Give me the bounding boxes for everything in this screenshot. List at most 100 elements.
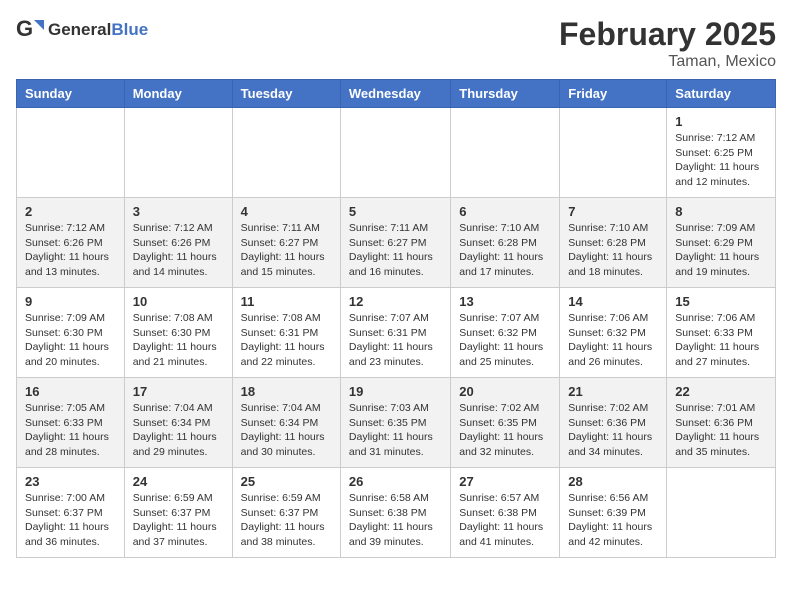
calendar-cell: 12 Sunrise: 7:07 AM Sunset: 6:31 PM Dayli…	[340, 288, 450, 378]
day-number: 13	[459, 294, 551, 309]
calendar-cell	[17, 108, 125, 198]
day-info: Sunrise: 6:58 AM Sunset: 6:38 PM Dayligh…	[349, 491, 442, 550]
calendar-cell: 2Sunrise: 7:12 AM Sunset: 6:26 PM Daylig…	[17, 198, 125, 288]
day-number: 17	[133, 384, 224, 399]
logo: G GeneralBlue	[16, 16, 148, 44]
day-number: 5	[349, 204, 442, 219]
day-info: Sunrise: 7:12 AM Sunset: 6:25 PM Dayligh…	[675, 131, 767, 190]
calendar-cell: 6 Sunrise: 7:10 AM Sunset: 6:28 PM Daylig…	[451, 198, 560, 288]
calendar-week-row: 1 Sunrise: 7:12 AM Sunset: 6:25 PM Daylig…	[17, 108, 776, 198]
day-info: Sunrise: 7:02 AM Sunset: 6:35 PM Dayligh…	[459, 401, 551, 460]
day-number: 26	[349, 474, 442, 489]
day-info: Sunrise: 7:10 AM Sunset: 6:28 PM Dayligh…	[459, 221, 551, 280]
day-info: Sunrise: 6:59 AM Sunset: 6:37 PM Dayligh…	[133, 491, 224, 550]
calendar-week-row: 2Sunrise: 7:12 AM Sunset: 6:26 PM Daylig…	[17, 198, 776, 288]
calendar-cell	[560, 108, 667, 198]
calendar-cell	[232, 108, 340, 198]
calendar-cell: 14 Sunrise: 7:06 AM Sunset: 6:32 PM Dayli…	[560, 288, 667, 378]
calendar-cell: 19 Sunrise: 7:03 AM Sunset: 6:35 PM Dayli…	[340, 378, 450, 468]
day-number: 15	[675, 294, 767, 309]
calendar-cell	[451, 108, 560, 198]
day-number: 18	[241, 384, 332, 399]
day-number: 23	[25, 474, 116, 489]
month-title: February 2025	[559, 16, 776, 53]
day-info: Sunrise: 7:03 AM Sunset: 6:35 PM Dayligh…	[349, 401, 442, 460]
day-header-tuesday: Tuesday	[232, 80, 340, 108]
calendar-cell: 9 Sunrise: 7:09 AM Sunset: 6:30 PM Daylig…	[17, 288, 125, 378]
calendar-cell: 26 Sunrise: 6:58 AM Sunset: 6:38 PM Dayli…	[340, 468, 450, 558]
day-info: Sunrise: 6:57 AM Sunset: 6:38 PM Dayligh…	[459, 491, 551, 550]
logo-general-text: GeneralBlue	[48, 20, 148, 40]
day-info: Sunrise: 7:09 AM Sunset: 6:29 PM Dayligh…	[675, 221, 767, 280]
calendar-header-row: SundayMondayTuesdayWednesdayThursdayFrid…	[17, 80, 776, 108]
day-number: 12	[349, 294, 442, 309]
day-number: 6	[459, 204, 551, 219]
calendar-cell: 4 Sunrise: 7:11 AM Sunset: 6:27 PM Daylig…	[232, 198, 340, 288]
calendar-cell	[124, 108, 232, 198]
calendar-cell	[667, 468, 776, 558]
calendar-week-row: 16Sunrise: 7:05 AM Sunset: 6:33 PM Dayli…	[17, 378, 776, 468]
day-info: Sunrise: 7:09 AM Sunset: 6:30 PM Dayligh…	[25, 311, 116, 370]
calendar-cell: 1 Sunrise: 7:12 AM Sunset: 6:25 PM Daylig…	[667, 108, 776, 198]
day-info: Sunrise: 7:07 AM Sunset: 6:32 PM Dayligh…	[459, 311, 551, 370]
day-info: Sunrise: 7:02 AM Sunset: 6:36 PM Dayligh…	[568, 401, 658, 460]
calendar-cell: 27 Sunrise: 6:57 AM Sunset: 6:38 PM Dayli…	[451, 468, 560, 558]
day-number: 9	[25, 294, 116, 309]
day-info: Sunrise: 7:01 AM Sunset: 6:36 PM Dayligh…	[675, 401, 767, 460]
calendar-cell: 3 Sunrise: 7:12 AM Sunset: 6:26 PM Daylig…	[124, 198, 232, 288]
day-number: 27	[459, 474, 551, 489]
day-info: Sunrise: 7:11 AM Sunset: 6:27 PM Dayligh…	[241, 221, 332, 280]
day-number: 19	[349, 384, 442, 399]
day-number: 10	[133, 294, 224, 309]
day-number: 1	[675, 114, 767, 129]
day-header-monday: Monday	[124, 80, 232, 108]
calendar-cell: 23Sunrise: 7:00 AM Sunset: 6:37 PM Dayli…	[17, 468, 125, 558]
day-number: 7	[568, 204, 658, 219]
day-number: 25	[241, 474, 332, 489]
day-info: Sunrise: 7:08 AM Sunset: 6:31 PM Dayligh…	[241, 311, 332, 370]
day-number: 16	[25, 384, 116, 399]
day-info: Sunrise: 7:11 AM Sunset: 6:27 PM Dayligh…	[349, 221, 442, 280]
day-number: 24	[133, 474, 224, 489]
day-header-thursday: Thursday	[451, 80, 560, 108]
calendar-table: SundayMondayTuesdayWednesdayThursdayFrid…	[16, 79, 776, 558]
day-header-wednesday: Wednesday	[340, 80, 450, 108]
day-number: 21	[568, 384, 658, 399]
day-info: Sunrise: 7:06 AM Sunset: 6:32 PM Dayligh…	[568, 311, 658, 370]
day-number: 22	[675, 384, 767, 399]
day-number: 11	[241, 294, 332, 309]
day-info: Sunrise: 7:07 AM Sunset: 6:31 PM Dayligh…	[349, 311, 442, 370]
calendar-cell: 7 Sunrise: 7:10 AM Sunset: 6:28 PM Daylig…	[560, 198, 667, 288]
day-info: Sunrise: 7:10 AM Sunset: 6:28 PM Dayligh…	[568, 221, 658, 280]
location-title: Taman, Mexico	[559, 53, 776, 71]
calendar-cell: 28Sunrise: 6:56 AM Sunset: 6:39 PM Dayli…	[560, 468, 667, 558]
calendar-week-row: 9 Sunrise: 7:09 AM Sunset: 6:30 PM Daylig…	[17, 288, 776, 378]
day-info: Sunrise: 7:08 AM Sunset: 6:30 PM Dayligh…	[133, 311, 224, 370]
calendar-cell	[340, 108, 450, 198]
day-number: 3	[133, 204, 224, 219]
day-info: Sunrise: 7:04 AM Sunset: 6:34 PM Dayligh…	[241, 401, 332, 460]
calendar-cell: 5 Sunrise: 7:11 AM Sunset: 6:27 PM Daylig…	[340, 198, 450, 288]
svg-text:G: G	[16, 16, 33, 41]
day-number: 20	[459, 384, 551, 399]
day-info: Sunrise: 7:12 AM Sunset: 6:26 PM Dayligh…	[25, 221, 116, 280]
calendar-cell: 15Sunrise: 7:06 AM Sunset: 6:33 PM Dayli…	[667, 288, 776, 378]
day-header-friday: Friday	[560, 80, 667, 108]
calendar-cell: 10 Sunrise: 7:08 AM Sunset: 6:30 PM Dayli…	[124, 288, 232, 378]
day-info: Sunrise: 7:12 AM Sunset: 6:26 PM Dayligh…	[133, 221, 224, 280]
day-number: 4	[241, 204, 332, 219]
day-number: 14	[568, 294, 658, 309]
calendar-cell: 16Sunrise: 7:05 AM Sunset: 6:33 PM Dayli…	[17, 378, 125, 468]
calendar-cell: 20 Sunrise: 7:02 AM Sunset: 6:35 PM Dayli…	[451, 378, 560, 468]
day-number: 28	[568, 474, 658, 489]
day-number: 8	[675, 204, 767, 219]
calendar-cell: 11 Sunrise: 7:08 AM Sunset: 6:31 PM Dayli…	[232, 288, 340, 378]
calendar-week-row: 23Sunrise: 7:00 AM Sunset: 6:37 PM Dayli…	[17, 468, 776, 558]
day-header-sunday: Sunday	[17, 80, 125, 108]
page-header: G GeneralBlue February 2025 Taman, Mexic…	[16, 16, 776, 71]
calendar-cell: 22 Sunrise: 7:01 AM Sunset: 6:36 PM Dayli…	[667, 378, 776, 468]
day-info: Sunrise: 6:59 AM Sunset: 6:37 PM Dayligh…	[241, 491, 332, 550]
calendar-cell: 21 Sunrise: 7:02 AM Sunset: 6:36 PM Dayli…	[560, 378, 667, 468]
day-info: Sunrise: 7:04 AM Sunset: 6:34 PM Dayligh…	[133, 401, 224, 460]
calendar-cell: 8 Sunrise: 7:09 AM Sunset: 6:29 PM Daylig…	[667, 198, 776, 288]
